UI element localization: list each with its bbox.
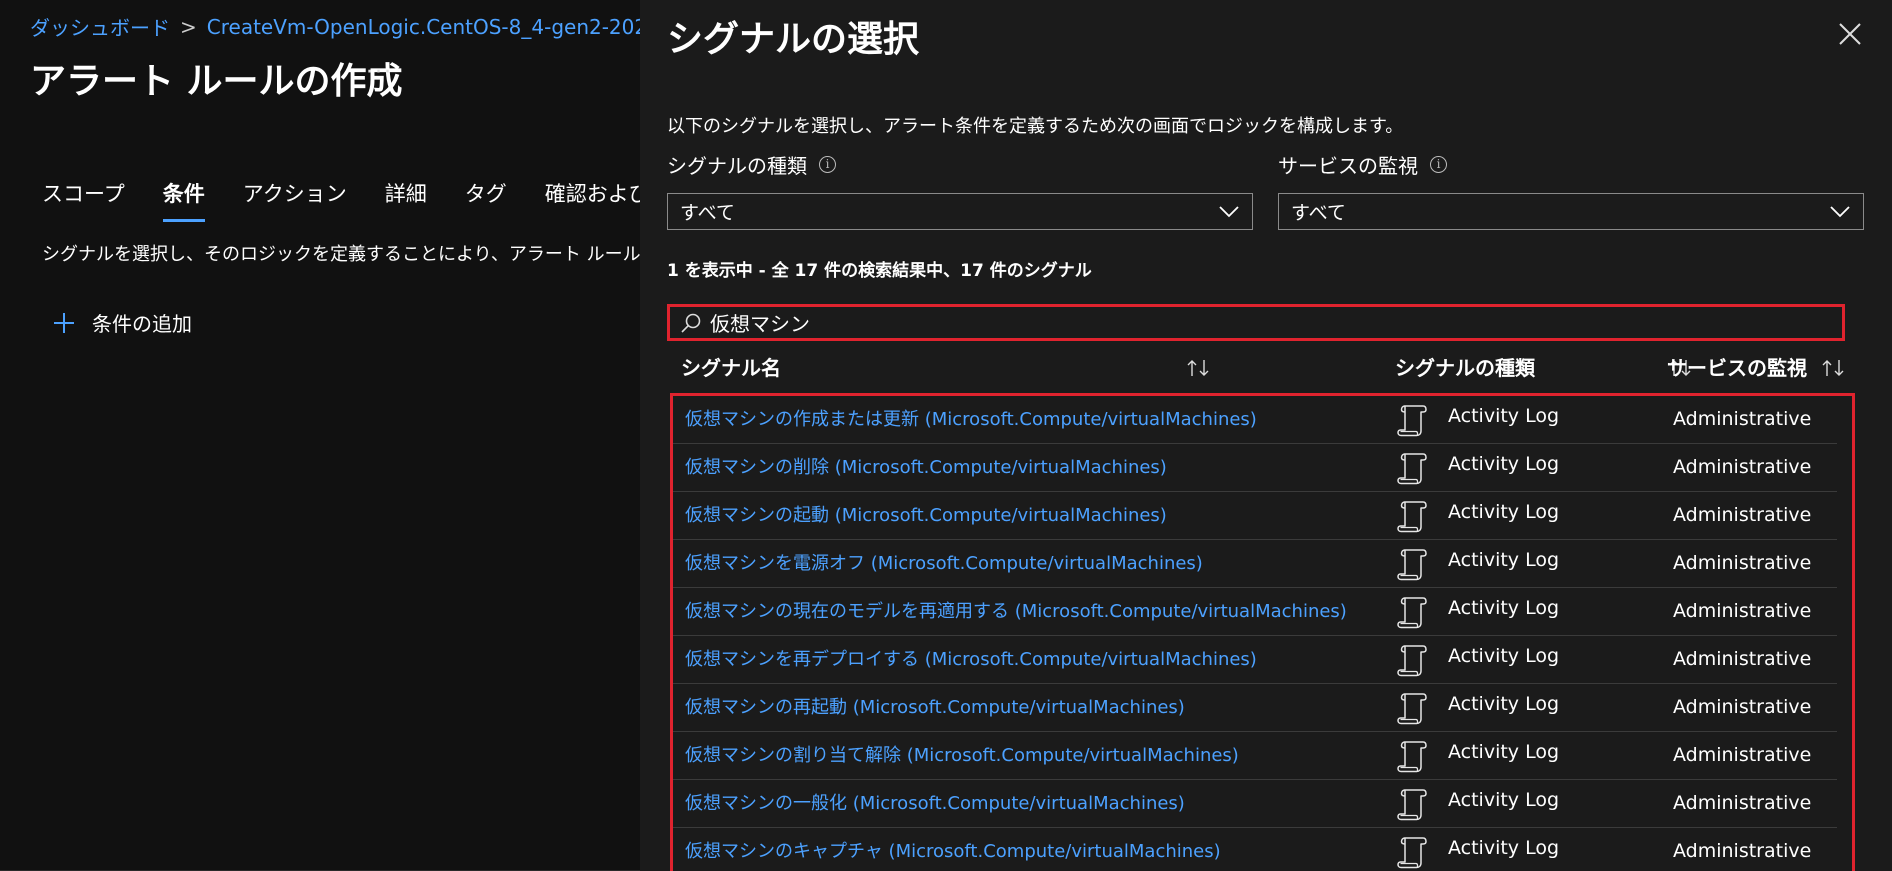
signal-type-cell: Activity Log [1448, 789, 1560, 811]
table-row[interactable]: 仮想マシンを再デプロイする (Microsoft.Compute/virtual… [673, 636, 1837, 684]
signal-type-cell: Activity Log [1448, 405, 1560, 427]
signal-type-cell: Activity Log [1448, 549, 1560, 571]
signal-type-cell: Activity Log [1448, 501, 1560, 523]
signal-type-cell: Activity Log [1448, 741, 1560, 763]
service-cell: Administrative [1673, 552, 1812, 574]
table-row[interactable]: 仮想マシンの削除 (Microsoft.Compute/virtualMachi… [673, 444, 1837, 492]
signal-name-link[interactable]: 仮想マシンの再起動 (Microsoft.Compute/virtualMach… [685, 693, 1185, 719]
page-title: アラート ルールの作成 [30, 61, 403, 102]
signal-type-cell: Activity Log [1448, 597, 1560, 619]
add-condition-label: 条件の追加 [92, 312, 192, 336]
service-label-text: サービスの監視 [1278, 154, 1418, 178]
service-cell: Administrative [1673, 504, 1812, 526]
service-value: すべて [1291, 202, 1346, 224]
panel-title: シグナルの選択 [667, 19, 920, 60]
tab-scope[interactable]: スコープ [42, 178, 125, 222]
info-icon[interactable]: i [1430, 156, 1447, 173]
info-icon[interactable]: i [819, 156, 836, 173]
service-cell: Administrative [1673, 456, 1812, 478]
column-signal-name[interactable]: シグナル名 [681, 352, 781, 381]
activity-log-icon [1397, 693, 1427, 725]
activity-log-icon [1397, 789, 1427, 821]
table-row[interactable]: 仮想マシンのキャプチャ (Microsoft.Compute/virtualMa… [673, 828, 1837, 871]
signal-name-link[interactable]: 仮想マシンの一般化 (Microsoft.Compute/virtualMach… [685, 789, 1185, 815]
signal-name-link[interactable]: 仮想マシンの割り当て解除 (Microsoft.Compute/virtualM… [685, 741, 1239, 767]
condition-description: シグナルを選択し、そのロジックを定義することにより、アラート ルールをトリガーす… [42, 244, 640, 265]
column-service-label: サービスの監視 [1667, 356, 1807, 380]
table-row[interactable]: 仮想マシンの一般化 (Microsoft.Compute/virtualMach… [673, 780, 1837, 828]
column-signal-type[interactable]: シグナルの種類 [1395, 352, 1535, 381]
plus-icon [54, 312, 74, 333]
table-row[interactable]: 仮想マシンの作成または更新 (Microsoft.Compute/virtual… [673, 396, 1837, 444]
breadcrumb-separator: > [180, 14, 197, 39]
signal-type-filter: シグナルの種類 i すべて [667, 150, 1253, 230]
chevron-down-icon [1830, 205, 1850, 217]
add-condition-button[interactable]: 条件の追加 [52, 308, 192, 337]
signal-type-cell: Activity Log [1448, 693, 1560, 715]
service-label: サービスの監視 i [1278, 150, 1864, 179]
signal-name-link[interactable]: 仮想マシンの現在のモデルを再適用する (Microsoft.Compute/vi… [685, 597, 1347, 623]
signal-name-link[interactable]: 仮想マシンの起動 (Microsoft.Compute/virtualMachi… [685, 501, 1167, 527]
table-row[interactable]: 仮想マシンの再起動 (Microsoft.Compute/virtualMach… [673, 684, 1837, 732]
service-cell: Administrative [1673, 840, 1812, 862]
activity-log-icon [1397, 645, 1427, 677]
signal-type-label-text: シグナルの種類 [667, 154, 807, 178]
signal-table: 仮想マシンの作成または更新 (Microsoft.Compute/virtual… [670, 393, 1855, 871]
service-cell: Administrative [1673, 792, 1812, 814]
activity-log-icon [1397, 501, 1427, 533]
service-cell: Administrative [1673, 600, 1812, 622]
activity-log-icon [1397, 453, 1427, 485]
table-row[interactable]: 仮想マシンを電源オフ (Microsoft.Compute/virtualMac… [673, 540, 1837, 588]
service-filter: サービスの監視 i すべて [1278, 150, 1864, 230]
result-count: 1 を表示中 - 全 17 件の検索結果中、17 件のシグナル [667, 261, 1092, 281]
signal-name-link[interactable]: 仮想マシンの作成または更新 (Microsoft.Compute/virtual… [685, 405, 1257, 431]
tab-tags[interactable]: タグ [465, 178, 507, 222]
table-row[interactable]: 仮想マシンの起動 (Microsoft.Compute/virtualMachi… [673, 492, 1837, 540]
activity-log-icon [1397, 837, 1427, 869]
table-header: シグナル名 シグナルの種類 サービスの監視 [667, 352, 1845, 382]
breadcrumb-resource-link[interactable]: CreateVm-OpenLogic.CentOS-8_4-gen2-20220… [207, 15, 640, 39]
signal-name-link[interactable]: 仮想マシンを電源オフ (Microsoft.Compute/virtualMac… [685, 549, 1203, 575]
more-options-button[interactable]: ··· [366, 60, 393, 85]
signal-type-value: すべて [680, 202, 735, 224]
search-input[interactable] [710, 310, 1810, 335]
tab-action[interactable]: アクション [243, 178, 347, 222]
signal-name-link[interactable]: 仮想マシンの削除 (Microsoft.Compute/virtualMachi… [685, 453, 1167, 479]
close-icon[interactable] [1836, 20, 1864, 48]
signal-type-cell: Activity Log [1448, 453, 1560, 475]
signal-type-dropdown[interactable]: すべて [667, 193, 1253, 230]
sort-icon[interactable] [1820, 358, 1846, 378]
service-cell: Administrative [1673, 648, 1812, 670]
service-cell: Administrative [1673, 408, 1812, 430]
signal-type-cell: Activity Log [1448, 645, 1560, 667]
activity-log-icon [1397, 549, 1427, 581]
breadcrumb-dashboard-link[interactable]: ダッシュボード [30, 12, 170, 41]
service-dropdown[interactable]: すべて [1278, 193, 1864, 230]
select-signal-panel: シグナルの選択 以下のシグナルを選択し、アラート条件を定義するため次の画面でロジ… [640, 0, 1892, 871]
breadcrumb: ダッシュボード > CreateVm-OpenLogic.CentOS-8_4-… [30, 12, 640, 41]
chevron-down-icon [1219, 205, 1239, 217]
table-row[interactable]: 仮想マシンの現在のモデルを再適用する (Microsoft.Compute/vi… [673, 588, 1837, 636]
wizard-tabs: スコープ 条件 アクション 詳細 タグ 確認および作成 [42, 178, 640, 222]
table-row[interactable]: 仮想マシンの割り当て解除 (Microsoft.Compute/virtualM… [673, 732, 1837, 780]
activity-log-icon [1397, 597, 1427, 629]
column-service[interactable]: サービスの監視 [1667, 352, 1807, 381]
panel-description: 以下のシグナルを選択し、アラート条件を定義するため次の画面でロジックを構成します… [667, 116, 1404, 137]
search-box [667, 304, 1845, 341]
signal-name-link[interactable]: 仮想マシンを再デプロイする (Microsoft.Compute/virtual… [685, 645, 1257, 671]
signal-type-cell: Activity Log [1448, 837, 1560, 859]
alert-rule-blade: ダッシュボード > CreateVm-OpenLogic.CentOS-8_4-… [0, 0, 640, 871]
signal-type-label: シグナルの種類 i [667, 150, 1253, 179]
search-icon [681, 313, 701, 333]
tab-review-create[interactable]: 確認および作成 [545, 178, 640, 222]
tab-details[interactable]: 詳細 [385, 178, 427, 222]
sort-icon[interactable] [1185, 358, 1211, 378]
service-cell: Administrative [1673, 744, 1812, 766]
service-cell: Administrative [1673, 696, 1812, 718]
signal-name-link[interactable]: 仮想マシンのキャプチャ (Microsoft.Compute/virtualMa… [685, 837, 1221, 863]
tab-condition[interactable]: 条件 [162, 178, 205, 222]
activity-log-icon [1397, 741, 1427, 773]
activity-log-icon [1397, 405, 1427, 437]
